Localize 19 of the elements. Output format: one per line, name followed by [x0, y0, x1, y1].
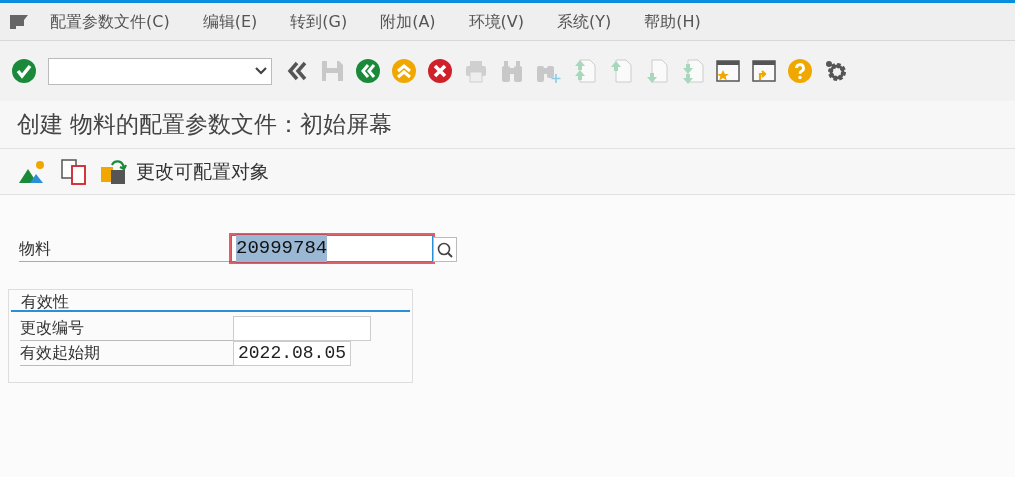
material-input[interactable]: 20999784	[231, 235, 433, 262]
date-field[interactable]: 2022.08.05	[233, 341, 352, 366]
search-icon	[436, 240, 454, 259]
command-field[interactable]	[48, 57, 272, 85]
menu-item[interactable]: 帮助(H)	[644, 9, 701, 34]
system-menu-icon[interactable]	[8, 12, 30, 31]
menu-item[interactable]: 附加(A)	[380, 9, 436, 34]
change-object-button[interactable]: 更改可配置对象	[100, 155, 269, 188]
menu-item[interactable]: 配置参数文件(C)	[50, 9, 170, 34]
dropdown-caret-icon[interactable]	[255, 67, 267, 75]
screen-title: 创建 物料的配置参数文件：初始屏幕	[17, 110, 393, 140]
menu-item[interactable]: 转到(G)	[290, 9, 348, 34]
input-field[interactable]	[233, 316, 371, 341]
menu-item[interactable]: 系统(Y)	[557, 9, 612, 34]
group-title: 有效性	[21, 292, 69, 311]
search-help-button[interactable]	[433, 237, 457, 262]
swap-icon	[100, 158, 128, 185]
menu-item[interactable]: 环境(V)	[468, 9, 524, 34]
menu-item[interactable]: 编辑(E)	[202, 9, 258, 34]
